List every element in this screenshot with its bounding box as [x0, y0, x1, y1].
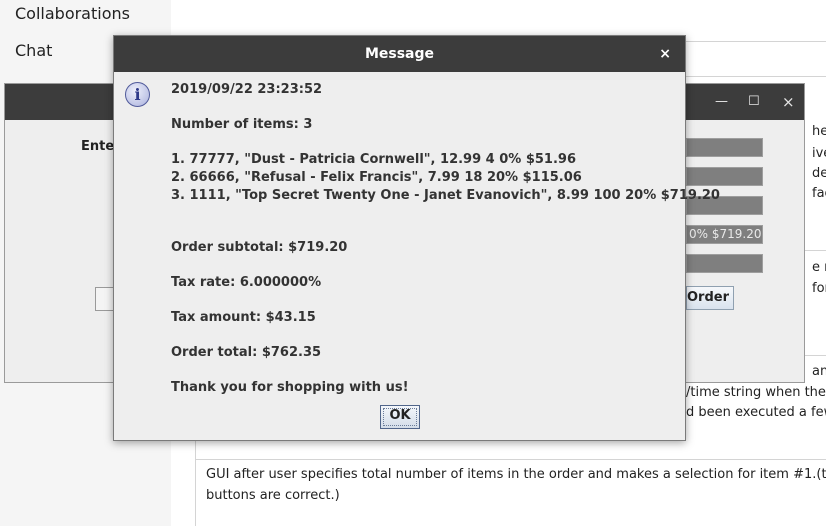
page-text-fragment: he f: [812, 124, 826, 139]
divider: [195, 459, 826, 460]
order-button-label: Order: [687, 290, 729, 305]
divider: [805, 355, 826, 356]
number-of-items: Number of items: 3: [171, 117, 313, 132]
page-text-fragment: ive: [812, 146, 826, 161]
ok-button[interactable]: OK: [380, 405, 420, 429]
thank-you-message: Thank you for shopping with us!: [171, 380, 409, 395]
item-line-1: 1. 77777, "Dust - Patricia Cornwell", 12…: [171, 152, 577, 167]
enter-label: Ente: [81, 139, 115, 154]
subtotal-field[interactable]: [686, 254, 763, 273]
page-text-line: /time string when the tr: [686, 385, 826, 400]
quantity-field[interactable]: [686, 167, 763, 186]
item-id-field[interactable]: [686, 138, 763, 157]
page-text-fragment: ans: [812, 364, 826, 379]
item-detail-field[interactable]: 0% $719.20: [686, 225, 763, 244]
tax-amount: Tax amount: $43.15: [171, 310, 316, 325]
item-line-2: 2. 66666, "Refusal - Felix Francis", 7.9…: [171, 170, 582, 185]
sidebar-item-collaborations[interactable]: Collaborations: [15, 4, 130, 23]
order-subtotal: Order subtotal: $719.20: [171, 240, 348, 255]
page-text-fragment: des: [812, 166, 826, 181]
divider: [195, 441, 196, 526]
page-text-line: d been executed a few t: [686, 405, 826, 420]
sidebar-item-chat[interactable]: Chat: [15, 41, 52, 60]
divider: [805, 250, 826, 251]
item-line-3: 3. 1111, "Top Secret Twenty One - Janet …: [171, 188, 720, 203]
minimize-icon[interactable]: —: [715, 94, 728, 110]
figure-caption: buttons are correct.): [206, 488, 340, 503]
dialog-title: Message: [364, 46, 435, 62]
maximize-icon[interactable]: ☐: [748, 94, 760, 110]
message-dialog: Message × i 2019/09/22 23:23:52 Number o…: [113, 35, 720, 441]
item-detail-value: 0% $719.20: [689, 227, 762, 241]
page-text-fragment: e re: [812, 260, 826, 275]
divider: [686, 76, 826, 77]
close-icon[interactable]: ×: [659, 36, 671, 72]
order-button[interactable]: Order: [686, 286, 734, 310]
order-total: Order total: $762.35: [171, 345, 322, 360]
focus-ring: [383, 408, 417, 426]
info-icon: i: [125, 82, 150, 107]
dialog-titlebar[interactable]: Message ×: [114, 36, 685, 72]
close-icon[interactable]: ×: [782, 94, 795, 110]
page-text-fragment: for: [812, 281, 826, 296]
figure-caption: GUI after user specifies total number of…: [206, 467, 826, 482]
page-text-fragment: face: [812, 186, 826, 201]
tax-rate: Tax rate: 6.000000%: [171, 275, 322, 290]
order-datetime: 2019/09/22 23:23:52: [171, 82, 323, 97]
